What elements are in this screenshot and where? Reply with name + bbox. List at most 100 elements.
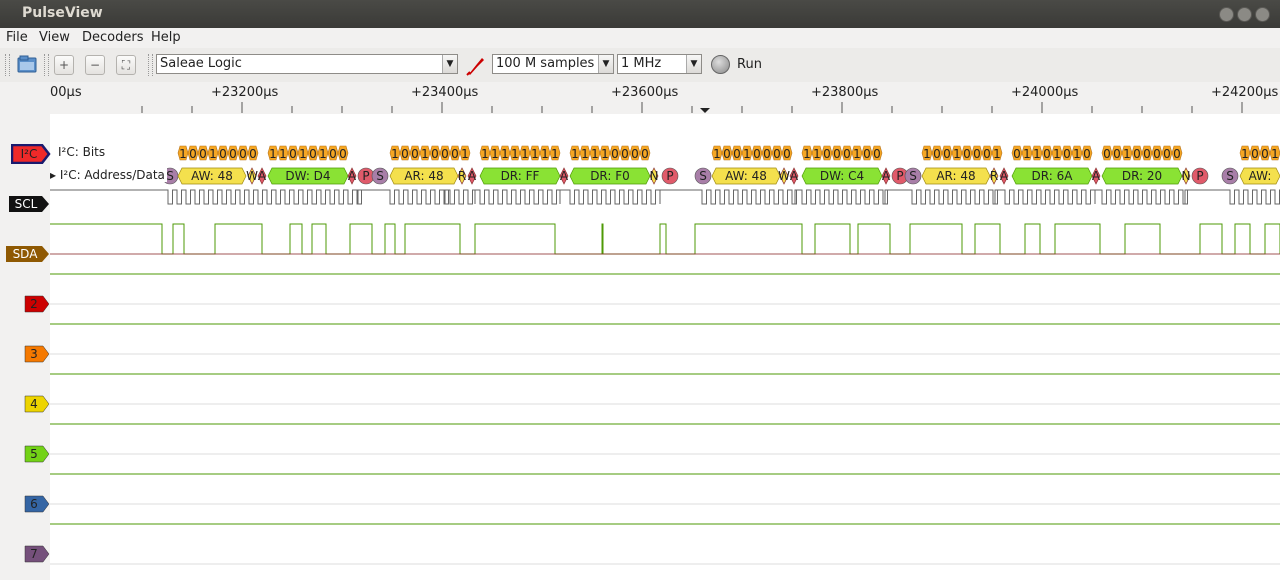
decoded-bit-text: 1 (923, 147, 931, 161)
title-bar: PulseView (0, 0, 1280, 28)
trace-viewport[interactable]: 1001000011010100100100011111111111110000… (50, 114, 1280, 580)
decoded-byte-text: DR: FF (501, 169, 540, 183)
close-button[interactable] (1255, 7, 1270, 22)
waveform-canvas: 1001000011010100100100011111111111110000… (50, 145, 1280, 565)
decoded-bit-text: 0 (451, 147, 459, 161)
decoded-bit-text: 0 (873, 147, 881, 161)
decoded-bit-text: 0 (783, 147, 791, 161)
decoded-bit-text: 1 (953, 147, 961, 161)
cursor-marker-icon (700, 108, 710, 113)
decoded-bit-text: 0 (1083, 147, 1091, 161)
decoded-bit-text: 0 (239, 147, 247, 161)
zoom-fit-icon: ⛶ (121, 58, 131, 72)
decoded-bit-text: 0 (199, 147, 207, 161)
decoded-bit-text: 1 (1241, 147, 1249, 161)
decoded-bit-text: 1 (511, 147, 519, 161)
decoded-bit-text: 1 (179, 147, 187, 161)
decoded-bit-text: 0 (401, 147, 409, 161)
menu-bar: File View Decoders Help (0, 28, 1280, 48)
decoded-bit-text: 1 (391, 147, 399, 161)
decoded-byte-text: AR: 48 (936, 169, 975, 183)
decoded-bit-text: 0 (1113, 147, 1121, 161)
decoded-bit-text: 0 (1153, 147, 1161, 161)
toolbar: + − ⛶ Saleae Logic ▼ 100 M samples ▼ 1 M… (0, 48, 1280, 83)
decoded-bit-text: 0 (823, 147, 831, 161)
channel-scl[interactable]: SCL (8, 195, 50, 217)
decoded-bit-text: 1 (1023, 147, 1031, 161)
decoded-bit-text: 1 (1123, 147, 1131, 161)
decoded-byte-text: A (468, 169, 477, 183)
decoded-byte-text: DR: 6A (1032, 169, 1074, 183)
menu-file[interactable]: File (6, 30, 28, 45)
decoded-bit-text: 0 (431, 147, 439, 161)
decoded-bit-text: 1 (279, 147, 287, 161)
channel-d6[interactable]: 6 (24, 495, 50, 517)
chevron-down-icon: ▼ (442, 55, 457, 73)
ruler-tick-label: +23400µs (411, 85, 479, 100)
decoded-byte-text: DR: F0 (590, 169, 630, 183)
decoded-bit-text: 0 (833, 147, 841, 161)
zoom-in-icon: + (58, 58, 70, 72)
decoded-byte-text: DR: 20 (1122, 169, 1162, 183)
menu-view[interactable]: View (39, 30, 70, 45)
decoded-bit-text: 0 (229, 147, 237, 161)
sample-count-select[interactable]: 100 M samples ▼ (492, 54, 614, 74)
decoded-bit-text: 0 (1251, 147, 1259, 161)
decoded-bit-text: 0 (641, 147, 649, 161)
decoded-bit-text: 0 (943, 147, 951, 161)
decoded-byte-text: A (348, 169, 357, 183)
open-file-button[interactable] (16, 53, 38, 75)
channel-d4[interactable]: 4 (24, 395, 50, 417)
probe-config-button[interactable] (465, 54, 487, 80)
minimize-button[interactable] (1219, 7, 1234, 22)
condition-text: S (699, 169, 707, 183)
decoded-bit-text: 1 (803, 147, 811, 161)
condition-text: P (1196, 169, 1203, 183)
channel-d4-label: 4 (30, 397, 38, 411)
decoded-bit-text: 1 (491, 147, 499, 161)
decoded-byte-text: R (458, 169, 466, 183)
device-select[interactable]: Saleae Logic ▼ (156, 54, 458, 74)
channel-d2[interactable]: 2 (24, 295, 50, 317)
samplerate-select[interactable]: 1 MHz ▼ (617, 54, 702, 74)
decoded-byte-text: A (882, 169, 891, 183)
decoded-bit-text: 0 (611, 147, 619, 161)
decoded-bit-text: 0 (733, 147, 741, 161)
maximize-button[interactable] (1237, 7, 1252, 22)
zoom-out-icon: − (89, 58, 101, 72)
menu-help[interactable]: Help (151, 30, 181, 45)
zoom-fit-button[interactable]: ⛶ (116, 55, 136, 75)
time-ruler[interactable]: 00µs +23200µs +23400µs +23600µs +23800µs… (50, 82, 1280, 114)
decoded-bit-text: 0 (723, 147, 731, 161)
decoded-bit-text: 1 (1073, 147, 1081, 161)
decoded-byte-text: AR: 48 (404, 169, 443, 183)
channel-d7[interactable]: 7 (24, 545, 50, 567)
decoded-bit-text: 1 (531, 147, 539, 161)
channel-sda[interactable]: SDA (5, 245, 50, 267)
channel-i2c[interactable]: I²C (10, 143, 51, 168)
condition-text: P (896, 169, 903, 183)
run-button-label[interactable]: Run (737, 57, 762, 72)
channel-sda-label: SDA (12, 247, 38, 261)
decoded-bit-text: 0 (773, 147, 781, 161)
condition-text: P (666, 169, 673, 183)
decoder-row-addr-label[interactable]: ▸ I²C: Address/Data (50, 168, 167, 182)
menu-decoders[interactable]: Decoders (82, 30, 143, 45)
decoded-bit-text: 0 (339, 147, 347, 161)
decoded-bit-text: 0 (1063, 147, 1071, 161)
channel-d5[interactable]: 5 (24, 445, 50, 467)
decoded-bit-text: 0 (983, 147, 991, 161)
zoom-out-button[interactable]: − (85, 55, 105, 75)
decoded-byte-text: A (258, 169, 267, 183)
decoded-byte-text: A (790, 169, 799, 183)
decoded-bit-text: 1 (1053, 147, 1061, 161)
decoded-byte-text: R (990, 169, 998, 183)
zoom-in-button[interactable]: + (54, 55, 74, 75)
decoded-bit-text: 1 (1271, 147, 1279, 161)
channel-d3[interactable]: 3 (24, 345, 50, 367)
decoded-bit-text: 1 (1033, 147, 1041, 161)
ruler-tick-label: +24200µs (1211, 85, 1279, 100)
toolbar-grip[interactable] (5, 54, 10, 76)
sample-count-value: 100 M samples (496, 56, 595, 71)
run-icon[interactable] (711, 55, 730, 74)
